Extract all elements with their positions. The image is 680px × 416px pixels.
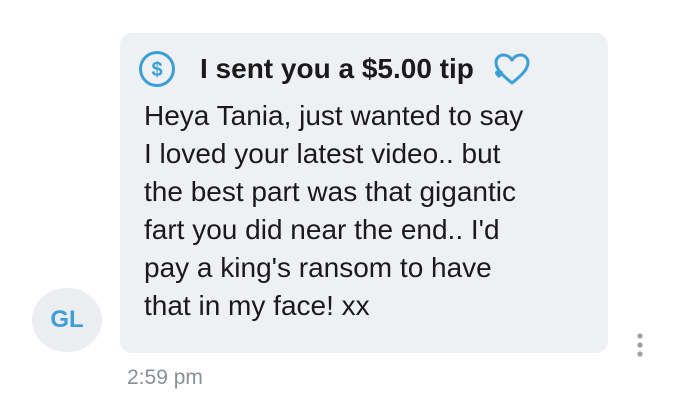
svg-text:$: $ [151, 59, 162, 81]
tip-amount-text: I sent you a $5.00 tip [200, 53, 474, 84]
sender-avatar[interactable]: GL [32, 288, 102, 352]
message-line: fart you did near the end.. I'd [144, 214, 500, 245]
message-text: Heya Tania, just wanted to say I loved y… [144, 97, 604, 325]
heart-icon [494, 53, 530, 85]
tip-header: $ I sent you a $5.00 tip [138, 50, 532, 88]
message-line: pay a king's ransom to have [144, 252, 492, 283]
message-line: Heya Tania, just wanted to say [144, 100, 524, 131]
dollar-circle-icon: $ [139, 51, 175, 87]
message-line: the best part was that gigantic [144, 176, 516, 207]
avatar-initials: GL [50, 306, 84, 333]
message-timestamp: 2:59 pm [127, 366, 203, 389]
message-bubble[interactable]: $ I sent you a $5.00 tip Heya Tania, jus… [120, 33, 608, 353]
more-vertical-icon[interactable] [634, 332, 646, 358]
message-line: that in my face! xx [144, 290, 370, 321]
message-line: I loved your latest video.. but [144, 138, 501, 169]
